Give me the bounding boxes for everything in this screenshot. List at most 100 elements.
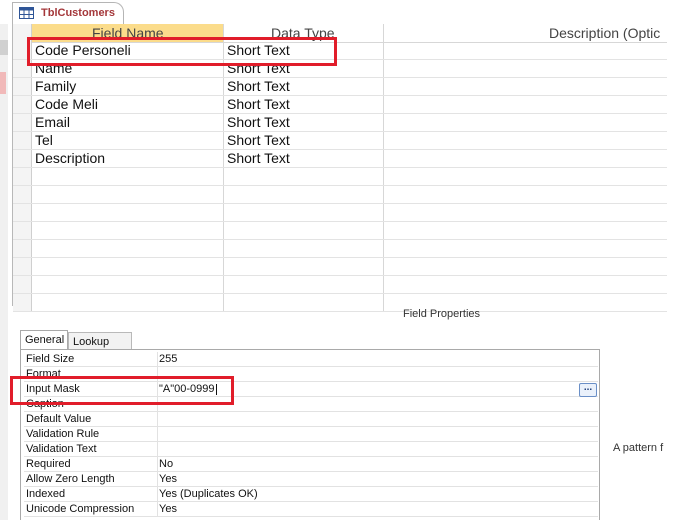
- field-name-cell[interactable]: Tel: [32, 132, 224, 149]
- data-type-cell[interactable]: Short Text: [224, 78, 384, 95]
- field-name-cell[interactable]: [32, 222, 224, 239]
- property-value[interactable]: Yes: [159, 472, 177, 486]
- data-type-text: Short Text: [227, 96, 290, 112]
- field-name-text: Tel: [35, 132, 53, 148]
- input-mask-builder-button[interactable]: ...: [579, 383, 597, 397]
- table-row[interactable]: [13, 222, 667, 240]
- field-name-cell[interactable]: Family: [32, 78, 224, 95]
- data-type-text: Short Text: [227, 132, 290, 148]
- property-row[interactable]: Indexed Yes (Duplicates OK): [24, 487, 598, 502]
- tab-title: TblCustomers: [41, 7, 115, 19]
- property-label: Unicode Compression: [24, 502, 158, 516]
- row-selector[interactable]: [13, 258, 32, 275]
- field-name-cell[interactable]: Code Meli: [32, 96, 224, 113]
- table-row[interactable]: [13, 240, 667, 258]
- property-value-text: Yes: [159, 473, 177, 485]
- field-properties-panel: Field Size 255 Format Input Mask "A"00-0999 C…: [20, 349, 600, 520]
- property-value[interactable]: Yes (Duplicates OK): [159, 487, 258, 501]
- data-type-cell[interactable]: [224, 186, 384, 203]
- data-type-cell[interactable]: [224, 240, 384, 257]
- field-name-cell[interactable]: [32, 294, 224, 311]
- nav-pane-highlight: [0, 72, 6, 94]
- nav-pane-marker: [0, 40, 8, 55]
- table-row[interactable]: [13, 276, 667, 294]
- highlight-code-personeli-row: [27, 37, 337, 66]
- data-type-cell[interactable]: Short Text: [224, 132, 384, 149]
- row-selector[interactable]: [13, 186, 32, 203]
- field-name-cell[interactable]: Email: [32, 114, 224, 131]
- property-label: Validation Rule: [24, 427, 158, 441]
- property-value-text: No: [159, 458, 174, 470]
- row-selector[interactable]: [13, 294, 32, 311]
- table-row[interactable]: [13, 204, 667, 222]
- row-selector[interactable]: [13, 276, 32, 293]
- row-selector[interactable]: [13, 150, 32, 167]
- property-label: Allow Zero Length: [24, 472, 158, 486]
- property-help-text: A pattern f: [613, 442, 664, 454]
- table-row[interactable]: [13, 186, 667, 204]
- data-type-cell[interactable]: [224, 204, 384, 221]
- data-type-text: Short Text: [227, 114, 290, 130]
- data-type-cell[interactable]: [224, 276, 384, 293]
- data-type-cell[interactable]: Short Text: [224, 96, 384, 113]
- table-row[interactable]: [13, 258, 667, 276]
- table-row[interactable]: Code Meli Short Text: [13, 96, 667, 114]
- data-type-text: Short Text: [227, 150, 290, 166]
- field-name-cell[interactable]: [32, 276, 224, 293]
- property-row[interactable]: Default Value: [24, 412, 598, 427]
- row-selector[interactable]: [13, 222, 32, 239]
- row-selector[interactable]: [13, 114, 32, 131]
- row-selector[interactable]: [13, 78, 32, 95]
- property-value-text: Yes (Duplicates OK): [159, 488, 258, 500]
- field-name-cell[interactable]: [32, 204, 224, 221]
- data-type-text: Short Text: [227, 78, 290, 94]
- property-row[interactable]: Field Size 255: [24, 352, 598, 367]
- property-row[interactable]: Required No: [24, 457, 598, 472]
- data-type-cell[interactable]: [224, 222, 384, 239]
- row-selector[interactable]: [13, 168, 32, 185]
- data-type-cell[interactable]: [224, 258, 384, 275]
- tab-general[interactable]: General: [20, 330, 68, 350]
- property-label: Validation Text: [24, 442, 158, 456]
- table-row[interactable]: [13, 168, 667, 186]
- property-value[interactable]: Yes: [159, 502, 177, 516]
- field-name-text: Family: [35, 78, 77, 94]
- property-label: Indexed: [24, 487, 158, 501]
- row-selector[interactable]: [13, 132, 32, 149]
- row-selector[interactable]: [13, 96, 32, 113]
- table-row[interactable]: Description Short Text: [13, 150, 667, 168]
- table-row[interactable]: Family Short Text: [13, 78, 667, 96]
- field-name-cell[interactable]: [32, 258, 224, 275]
- property-value-text: Yes: [159, 503, 177, 515]
- data-type-cell[interactable]: [224, 294, 384, 311]
- field-name-cell[interactable]: [32, 240, 224, 257]
- data-type-cell[interactable]: Short Text: [224, 114, 384, 131]
- field-name-cell[interactable]: [32, 186, 224, 203]
- column-header-description: Description (Optic: [384, 24, 667, 43]
- field-properties-label: Field Properties: [403, 308, 481, 320]
- property-label: Default Value: [24, 412, 158, 426]
- table-row[interactable]: Tel Short Text: [13, 132, 667, 150]
- property-value[interactable]: 255: [159, 352, 177, 366]
- field-name-text: Email: [35, 114, 71, 130]
- row-selector[interactable]: [13, 204, 32, 221]
- property-row[interactable]: Unicode Compression Yes: [24, 502, 598, 517]
- property-label: Field Size: [24, 352, 158, 366]
- row-selector[interactable]: [13, 240, 32, 257]
- property-row[interactable]: Validation Text: [24, 442, 598, 457]
- property-value[interactable]: No: [159, 457, 173, 471]
- tab-tblcustomers[interactable]: TblCustomers: [12, 2, 124, 24]
- field-name-cell[interactable]: [32, 168, 224, 185]
- data-type-cell[interactable]: Short Text: [224, 150, 384, 167]
- property-row[interactable]: Allow Zero Length Yes: [24, 472, 598, 487]
- property-row[interactable]: Validation Rule: [24, 427, 598, 442]
- property-label: Required: [24, 457, 158, 471]
- field-name-text: Code Meli: [35, 96, 99, 112]
- field-name-text: Description: [35, 150, 106, 166]
- tab-lookup[interactable]: Lookup: [68, 332, 132, 350]
- data-type-cell[interactable]: [224, 168, 384, 185]
- table-icon: [19, 7, 34, 19]
- table-row[interactable]: Email Short Text: [13, 114, 667, 132]
- table-row[interactable]: [13, 294, 667, 312]
- field-name-cell[interactable]: Description: [32, 150, 224, 167]
